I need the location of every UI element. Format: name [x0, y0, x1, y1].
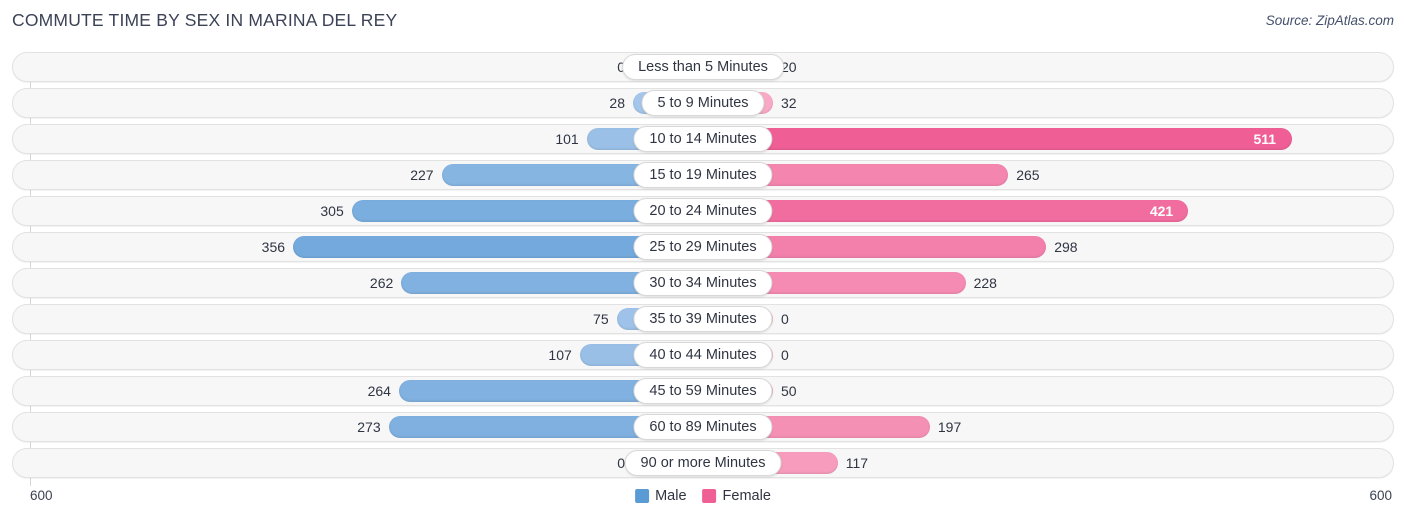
category-label: 30 to 34 Minutes	[633, 270, 773, 296]
value-label-female: 421	[1149, 203, 1174, 219]
chart-row: 0 20 Less than 5 Minutes	[12, 52, 1394, 82]
chart-row: 227 265 15 to 19 Minutes	[12, 160, 1394, 190]
value-label-male: 28	[609, 95, 625, 111]
category-label: 25 to 29 Minutes	[633, 234, 773, 260]
chart-container: COMMUTE TIME BY SEX IN MARINA DEL REY So…	[0, 0, 1406, 523]
chart-row: 262 228 30 to 34 Minutes	[12, 268, 1394, 298]
value-label-male: 264	[367, 383, 391, 399]
category-label: 60 to 89 Minutes	[633, 414, 773, 440]
chart-row: 305 421 20 to 24 Minutes	[12, 196, 1394, 226]
legend-swatch-icon	[635, 489, 650, 503]
legend-swatch-icon	[702, 489, 717, 503]
chart-row: 75 0 35 to 39 Minutes	[12, 304, 1394, 334]
chart-row: 101 511 10 to 14 Minutes	[12, 124, 1394, 154]
chart-row: 356 298 25 to 29 Minutes	[12, 232, 1394, 262]
value-label-female: 50	[781, 383, 797, 399]
value-label-male: 75	[593, 311, 609, 327]
category-label: 40 to 44 Minutes	[633, 342, 773, 368]
value-label-male: 101	[555, 131, 579, 147]
category-label: 90 or more Minutes	[624, 450, 782, 476]
source-attribution: Source: ZipAtlas.com	[1265, 13, 1394, 28]
chart-row: 28 32 5 to 9 Minutes	[12, 88, 1394, 118]
chart-legend: Male Female	[635, 488, 771, 504]
category-label: 45 to 59 Minutes	[633, 378, 773, 404]
value-label-female: 298	[1054, 239, 1078, 255]
value-label-male: 356	[261, 239, 286, 255]
chart-plot-area: 0 20 Less than 5 Minutes 28 32 5 to 9 Minutes…	[12, 52, 1394, 486]
value-label-male: 305	[320, 203, 344, 219]
chart-row: 107 0 40 to 44 Minutes	[12, 340, 1394, 370]
legend-item[interactable]: Male	[635, 488, 687, 504]
value-label-male: 262	[369, 275, 394, 291]
value-label-female: 511	[1253, 131, 1277, 147]
chart-row: 264 50 45 to 59 Minutes	[12, 376, 1394, 406]
legend-label: Male	[655, 488, 687, 504]
value-label-female: 265	[1016, 167, 1040, 183]
chart-row: 0 117 90 or more Minutes	[12, 448, 1394, 478]
page-title: COMMUTE TIME BY SEX IN MARINA DEL REY	[12, 10, 398, 30]
bar-female	[703, 200, 1188, 222]
category-label: 15 to 19 Minutes	[633, 162, 773, 188]
category-label: Less than 5 Minutes	[622, 54, 784, 80]
value-label-male: 273	[357, 419, 381, 435]
legend-item[interactable]: Female	[702, 488, 771, 504]
category-label: 35 to 39 Minutes	[633, 306, 773, 332]
value-label-female: 197	[937, 419, 962, 435]
category-label: 20 to 24 Minutes	[633, 198, 773, 224]
category-label: 10 to 14 Minutes	[633, 126, 773, 152]
value-label-female: 117	[845, 455, 869, 471]
bar-female	[703, 128, 1292, 150]
axis-tick-right: 600	[1369, 488, 1392, 503]
value-label-female: 0	[781, 311, 789, 327]
category-label: 5 to 9 Minutes	[641, 90, 765, 116]
value-label-female: 228	[973, 275, 997, 291]
chart-footer: 600 600 Male Female	[12, 488, 1394, 512]
legend-label: Female	[722, 488, 771, 504]
value-label-male: 107	[548, 347, 572, 363]
chart-row: 273 197 60 to 89 Minutes	[12, 412, 1394, 442]
value-label-female: 32	[781, 95, 797, 111]
value-label-female: 0	[781, 347, 789, 363]
value-label-male: 227	[410, 167, 434, 183]
axis-tick-left: 600	[30, 488, 53, 503]
